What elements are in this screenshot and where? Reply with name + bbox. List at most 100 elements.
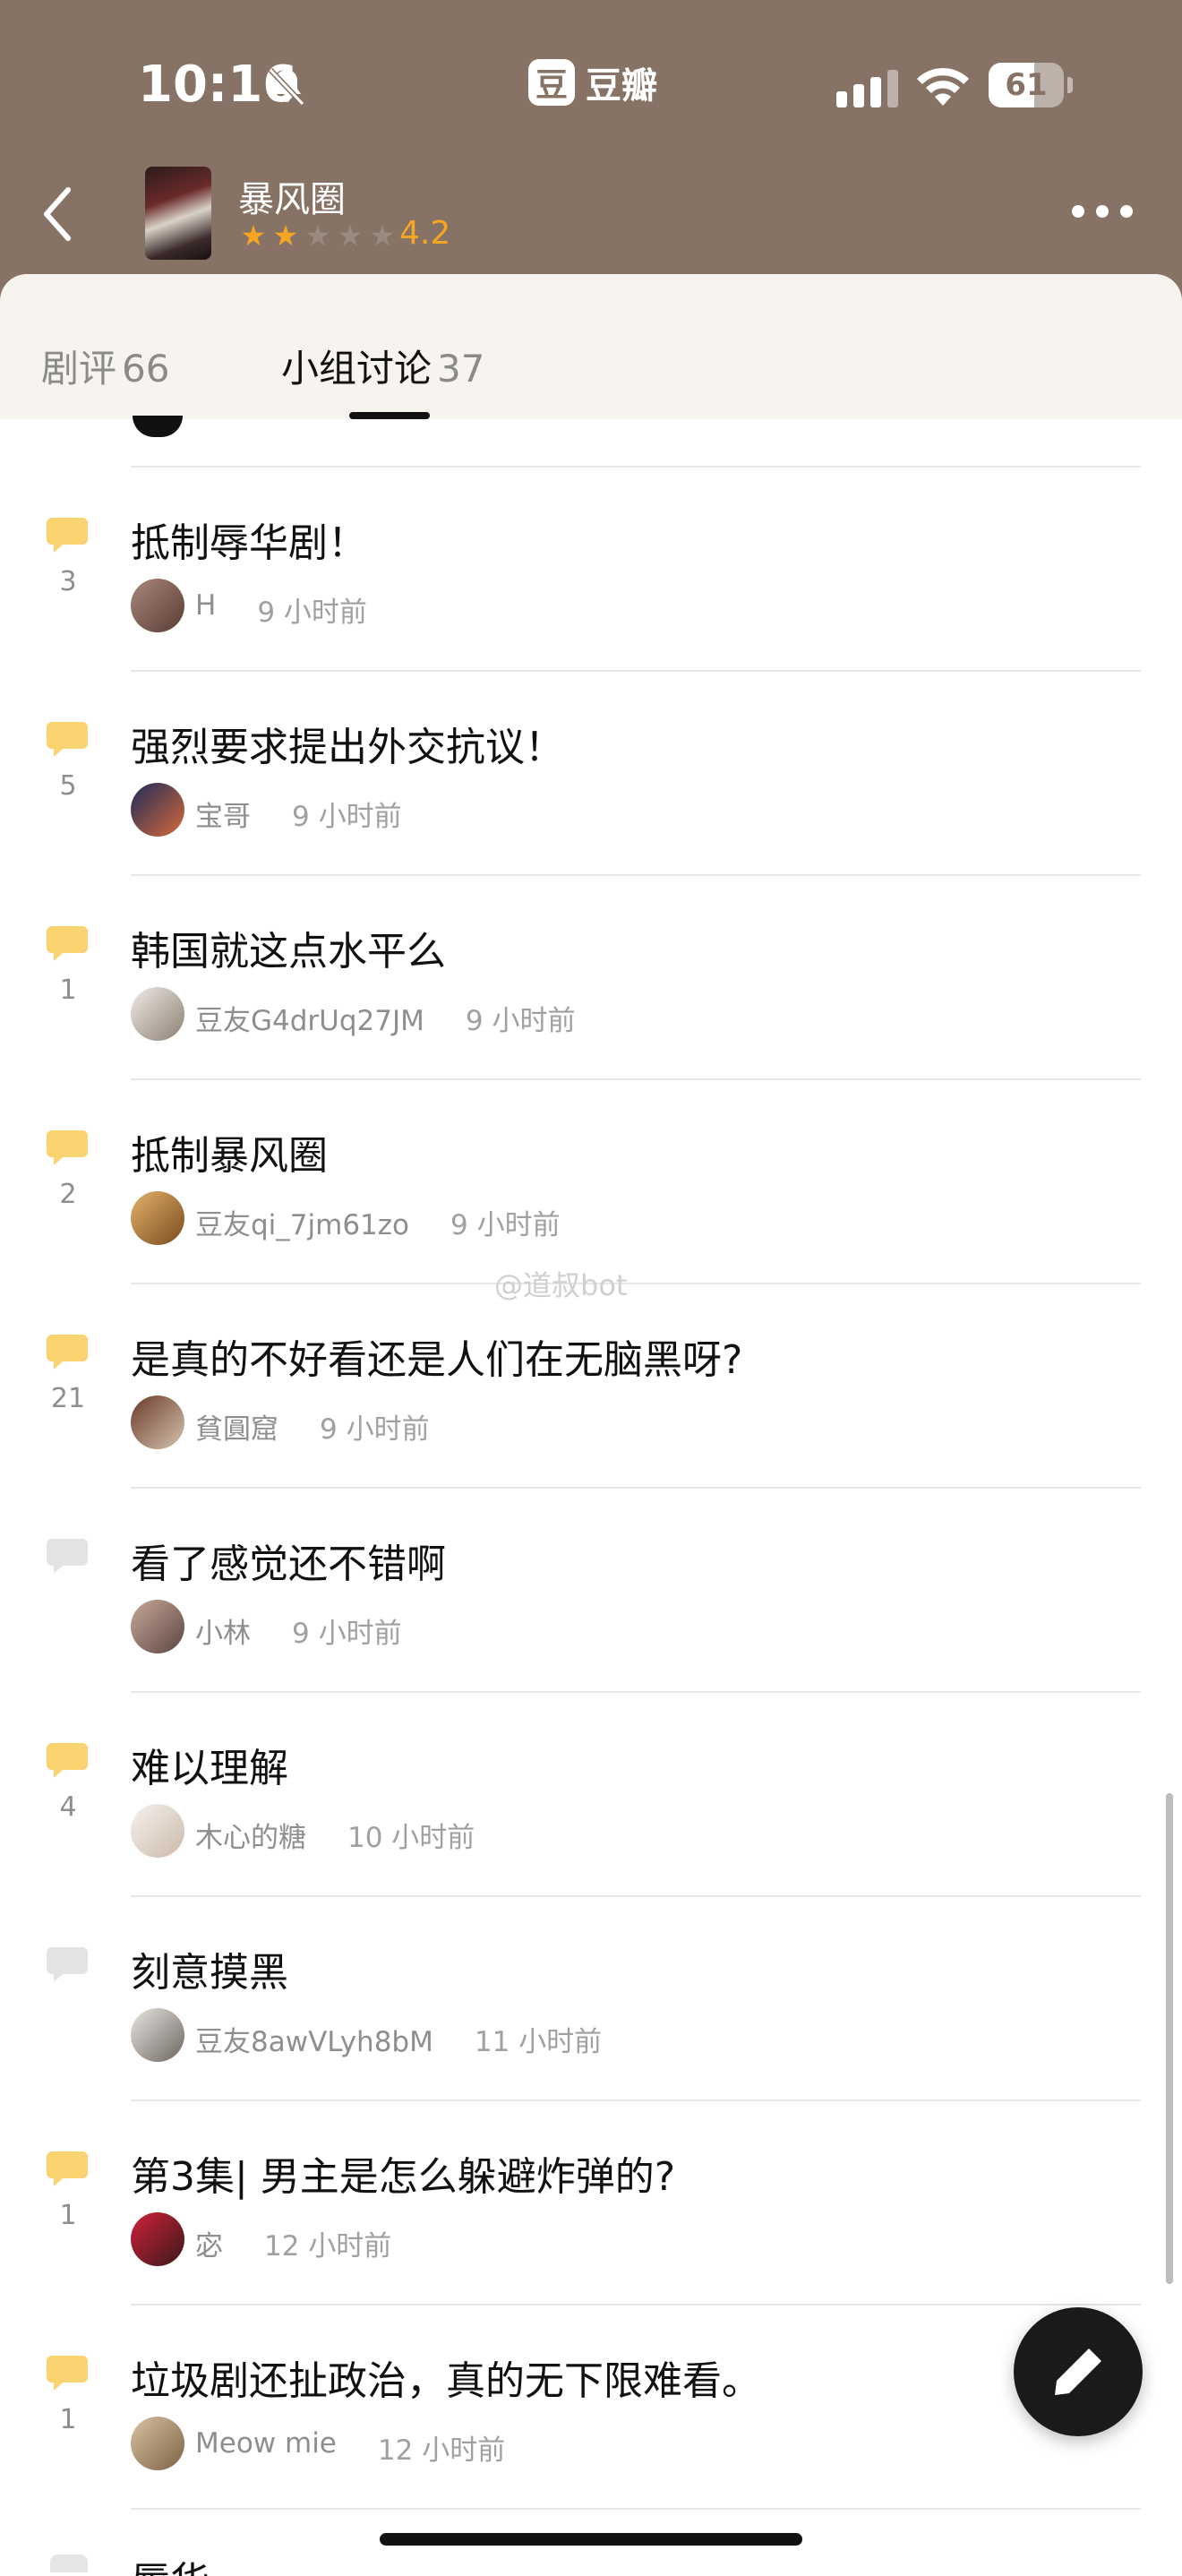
- avatar[interactable]: [131, 783, 184, 837]
- tab-label: 小组讨论: [281, 347, 433, 391]
- tab-count: 66: [122, 347, 170, 391]
- comment-bubble-icon: [47, 1335, 88, 1370]
- star-icon: ★: [369, 219, 396, 253]
- topic-title[interactable]: 韩国就这点水平么: [131, 919, 446, 976]
- divider: [131, 2508, 1141, 2510]
- author-name[interactable]: 豆友G4drUq27JM: [195, 998, 424, 1038]
- app-badge[interactable]: 豆 豆瓣: [528, 57, 657, 107]
- reply-count: 21: [50, 1383, 86, 1414]
- comment-bubble-icon: [50, 2555, 88, 2572]
- discussion-item[interactable]: 1 韩国就这点水平么豆友G4drUq27JM 9 小时前: [0, 876, 1182, 1080]
- post-time: 9 小时前: [320, 1413, 430, 1446]
- post-time: 11 小时前: [474, 2026, 603, 2058]
- author-name[interactable]: 貧圓窟: [195, 1406, 278, 1447]
- discussion-item[interactable]: 2 抵制暴风圈 豆友qi_7jm61zo 9 小时前: [0, 1080, 1182, 1284]
- tab-reviews[interactable]: 剧评 66: [41, 339, 169, 393]
- discussion-item[interactable]: 4 难以理解木心的糖 10 小时前: [0, 1693, 1182, 1897]
- avatar[interactable]: [131, 2212, 184, 2266]
- cellular-signal-icon: [836, 70, 898, 107]
- discussion-item[interactable]: 3 抵制辱华剧！ H 9 小时前: [0, 468, 1182, 672]
- topic-title[interactable]: 难以理解: [131, 1736, 288, 1793]
- star-icon: ★: [304, 219, 331, 253]
- author-name[interactable]: Meow mie: [195, 2427, 337, 2460]
- home-indicator[interactable]: [380, 2533, 802, 2546]
- reply-count: 5: [59, 770, 77, 802]
- tab-count: 37: [437, 347, 485, 391]
- avatar[interactable]: [131, 1600, 184, 1653]
- star-icon: ★: [272, 219, 299, 253]
- comment-bubble-icon: [47, 518, 88, 553]
- scrollbar[interactable]: [1166, 1793, 1173, 2284]
- post-time: 9 小时前: [292, 801, 402, 833]
- pencil-icon: [1055, 2348, 1101, 2395]
- more-options-icon[interactable]: [1071, 204, 1134, 219]
- topic-title[interactable]: 第3集| 男主是怎么躲避炸弹的?: [131, 2144, 675, 2202]
- tab-bar: 剧评 66 小组讨论 37: [0, 274, 1182, 419]
- comment-bubble-icon: [47, 2151, 88, 2186]
- post-time: 10 小时前: [347, 1822, 475, 1854]
- show-poster[interactable]: [145, 167, 211, 260]
- post-time: 9 小时前: [465, 1005, 576, 1037]
- back-chevron-icon[interactable]: [36, 183, 81, 245]
- star-icon: ★: [240, 219, 267, 253]
- topic-title[interactable]: 抵制辱华剧！: [131, 511, 367, 568]
- author-name[interactable]: 小林: [195, 1610, 251, 1651]
- discussion-item[interactable]: 刻意摸黑豆友8awVLyh8bM 11 小时前: [0, 1897, 1182, 2101]
- author-name[interactable]: 木心的糖: [195, 1815, 306, 1855]
- reply-count: 4: [59, 1791, 77, 1823]
- nav-bar: 暴风圈 ★ ★ ★ ★ ★ 4.2: [0, 161, 1182, 269]
- avatar[interactable]: [131, 1191, 184, 1245]
- topic-title[interactable]: 抵制暴风圈: [131, 1123, 328, 1181]
- watermark: @道叔bot: [494, 1268, 628, 1302]
- discussion-item[interactable]: 21 是真的不好看还是人们在无脑黑呀? 貧圓窟 9 小时前: [0, 1284, 1182, 1489]
- author-name[interactable]: 宓: [195, 2223, 223, 2263]
- author-name[interactable]: 豆友qi_7jm61zo: [195, 1202, 409, 1242]
- app-name: 豆瓣: [586, 65, 657, 107]
- avatar: [133, 416, 183, 437]
- avatar[interactable]: [131, 579, 184, 632]
- battery-indicator: 61: [989, 63, 1073, 107]
- show-title: 暴风圈: [238, 179, 346, 220]
- comment-bubble-icon: [47, 1539, 88, 1574]
- author-name[interactable]: 宝哥: [195, 794, 251, 834]
- author-name[interactable]: 豆友8awVLyh8bM: [195, 2019, 433, 2059]
- comment-bubble-icon: [47, 2356, 88, 2391]
- comment-bubble-icon: [47, 722, 88, 757]
- topic-title[interactable]: 垃圾剧还扯政治，真的无下限难看。: [131, 2348, 761, 2406]
- avatar[interactable]: [131, 1804, 184, 1858]
- partial-topic-title[interactable]: 辱华剧: [131, 2549, 247, 2576]
- battery-level: 61: [1005, 67, 1048, 103]
- discussion-item[interactable]: 1 垃圾剧还扯政治，真的无下限难看。 Meow mie 12 小时前: [0, 2306, 1182, 2510]
- post-time: 9 小时前: [257, 597, 367, 629]
- topic-title[interactable]: 刻意摸黑: [131, 1940, 288, 1997]
- reply-count: 1: [59, 975, 77, 1006]
- wifi-icon: [917, 67, 969, 106]
- topic-title[interactable]: 强烈要求提出外交抗议！: [131, 715, 564, 772]
- comment-bubble-icon: [47, 1743, 88, 1778]
- avatar[interactable]: [131, 2417, 184, 2470]
- topic-title[interactable]: 是真的不好看还是人们在无脑黑呀?: [131, 1327, 742, 1385]
- tab-group-discussion[interactable]: 小组讨论 37: [281, 339, 484, 393]
- reply-count: 1: [59, 2200, 77, 2231]
- comment-bubble-icon: [47, 1947, 88, 1982]
- topic-title[interactable]: 看了感觉还不错啊: [131, 1532, 446, 1589]
- post-time: 12 小时前: [377, 2434, 506, 2467]
- avatar[interactable]: [131, 987, 184, 1041]
- rating-stars: ★ ★ ★ ★ ★: [238, 219, 398, 253]
- discussion-item[interactable]: 1 第3集| 男主是怎么躲避炸弹的? 宓 12 小时前: [0, 2101, 1182, 2306]
- bell-mute-icon: [268, 67, 305, 107]
- active-tab-indicator: [349, 412, 430, 419]
- comment-bubble-icon: [47, 1130, 88, 1165]
- reply-count: 1: [59, 2404, 77, 2435]
- avatar[interactable]: [131, 2008, 184, 2062]
- rating-score: 4.2: [399, 215, 451, 252]
- avatar[interactable]: [131, 1395, 184, 1449]
- post-time: 12 小时前: [264, 2230, 392, 2263]
- compose-button[interactable]: [1014, 2307, 1143, 2436]
- reply-count: 3: [59, 566, 77, 597]
- discussion-item[interactable]: 5 强烈要求提出外交抗议！ 宝哥 9 小时前: [0, 672, 1182, 876]
- discussion-item[interactable]: 看了感觉还不错啊 小林 9 小时前: [0, 1489, 1182, 1693]
- douban-logo-icon: 豆: [528, 59, 575, 106]
- author-name[interactable]: H: [195, 589, 216, 622]
- star-icon: ★: [337, 219, 364, 253]
